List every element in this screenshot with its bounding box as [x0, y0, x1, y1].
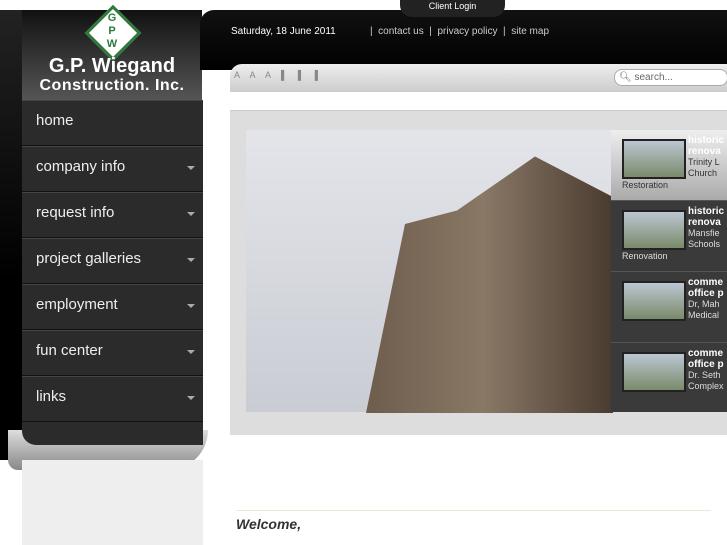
nav-label: project galleries: [36, 250, 142, 267]
thumb-text: Dr. Seth: [688, 370, 721, 380]
thumb-title: comme: [688, 277, 724, 288]
thumb-image: [622, 139, 686, 179]
thumb-title: renova: [688, 217, 721, 228]
nav-label: fun center: [36, 342, 103, 359]
nav-label: employment: [36, 296, 118, 313]
top-links: | contact us | privacy policy | site map: [370, 26, 550, 37]
chevron-down-icon: [187, 212, 195, 216]
brand-name: G.P. Wiegand: [48, 55, 176, 77]
welcome-heading: Welcome,: [236, 516, 302, 532]
current-date: Saturday, 18 June 2011: [231, 26, 336, 37]
chevron-down-icon: [187, 350, 195, 354]
nav-fun-center[interactable]: fun center: [22, 330, 203, 376]
search-input[interactable]: 🔍︎ search...: [614, 69, 727, 86]
nav-links[interactable]: links: [22, 376, 203, 422]
contact-us-link[interactable]: contact us: [378, 26, 424, 37]
slide-thumbnails: historic renova Trinity L Church Restoration…: [611, 130, 727, 412]
nav-request-info[interactable]: request info: [22, 192, 203, 238]
thumb-caption: Restoration: [622, 180, 669, 190]
thumb-text: Church: [688, 168, 718, 178]
chevron-down-icon: [187, 258, 195, 262]
nav-label: home: [36, 112, 74, 129]
thumb-text: Medical: [688, 310, 720, 320]
privacy-policy-link[interactable]: privacy policy: [437, 26, 497, 37]
thumb-caption: Renovation: [622, 251, 668, 261]
thumb-text: Complex: [688, 381, 724, 391]
thumb-title: office p: [688, 359, 724, 370]
nav-company-info[interactable]: company info: [22, 146, 203, 192]
thumb-text: Dr, Mah: [688, 299, 720, 309]
thumb-title: renova: [688, 146, 721, 157]
thumb-title: historic: [688, 135, 725, 146]
top-bar: [200, 10, 727, 70]
thumb-image: [622, 210, 686, 250]
slide-thumb[interactable]: historic renova Mansfie Schools Renovation: [611, 201, 727, 272]
thumb-text: Schools: [688, 239, 721, 249]
nav-home[interactable]: home: [22, 100, 203, 146]
thumb-text: Mansfie: [688, 228, 720, 238]
font-size-controls[interactable]: A A A ▌ ▌ ▌: [234, 70, 325, 80]
search-placeholder: search...: [634, 72, 673, 83]
left-gray: [22, 460, 203, 545]
nav-project-galleries[interactable]: project galleries: [22, 238, 203, 284]
slide-thumb[interactable]: comme office p Dr. Seth Complex: [611, 343, 727, 412]
slide-thumb[interactable]: historic renova Trinity L Church Restoration: [611, 130, 727, 201]
search-icon: 🔍︎: [619, 72, 632, 83]
site-map-link[interactable]: site map: [511, 26, 549, 37]
thumb-title: historic: [688, 206, 725, 217]
nav-employment[interactable]: employment: [22, 284, 203, 330]
nav-label: links: [36, 388, 67, 405]
thumb-image: [622, 281, 686, 321]
thumb-image: [622, 352, 686, 392]
thumb-text: Trinity L: [688, 157, 720, 167]
client-login-button[interactable]: Client Login: [400, 0, 505, 17]
thumb-title: office p: [688, 288, 724, 299]
nav-label: request info: [36, 204, 115, 221]
main-nav: home company info request info project g…: [22, 100, 203, 445]
slide-thumb[interactable]: comme office p Dr, Mah Medical: [611, 272, 727, 343]
chevron-down-icon: [187, 304, 195, 308]
nav-label: company info: [36, 158, 126, 175]
chevron-down-icon: [187, 396, 195, 400]
thumb-title: comme: [688, 348, 724, 359]
brand-subname: Construction. Inc.: [39, 77, 185, 94]
chevron-down-icon: [187, 166, 195, 170]
logo-letters: GPW: [106, 12, 118, 50]
divider: [236, 510, 711, 511]
